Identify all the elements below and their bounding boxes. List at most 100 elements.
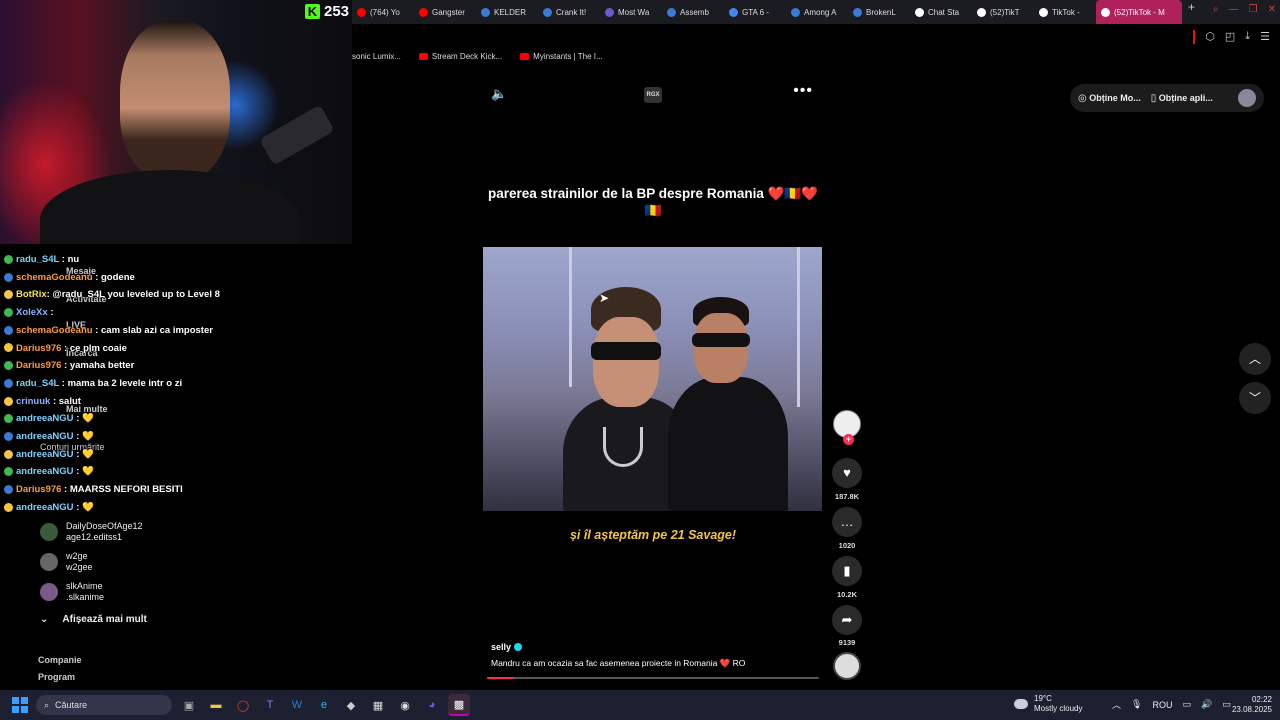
browser-tab[interactable]: (52)TikTok - M bbox=[1096, 0, 1182, 24]
chat-username[interactable]: andreeaNGU bbox=[16, 431, 74, 442]
author-name[interactable]: selly bbox=[491, 642, 821, 652]
browser-tab[interactable]: TikTok - bbox=[1034, 0, 1096, 24]
volume-icon[interactable]: 🔈 bbox=[491, 86, 507, 102]
more-options-icon[interactable]: ••• bbox=[793, 82, 813, 100]
chat-badge-icon bbox=[4, 396, 13, 406]
clock[interactable]: 02:22 23.08.2025 bbox=[1228, 695, 1272, 715]
footer-link-company[interactable]: Companie bbox=[38, 655, 82, 665]
get-coins-button[interactable]: ◎ Obține Mo... bbox=[1078, 93, 1141, 104]
video-progress-bar[interactable] bbox=[487, 677, 819, 679]
download-icon[interactable]: ⤓ bbox=[1245, 30, 1250, 44]
chat-username[interactable]: BotRix bbox=[16, 289, 47, 300]
chat-username[interactable]: schemaGodeanu bbox=[16, 325, 93, 336]
language-indicator[interactable]: ROU bbox=[1152, 700, 1172, 710]
browser-tab[interactable]: (764) Yo bbox=[352, 0, 414, 24]
chat-username[interactable]: andreeaNGU bbox=[16, 449, 74, 460]
store-icon[interactable]: ▦ bbox=[367, 694, 389, 716]
browser-tab[interactable]: Chat Sta bbox=[910, 0, 972, 24]
youtube-icon bbox=[520, 52, 530, 60]
browser-tab[interactable]: Assemb bbox=[662, 0, 724, 24]
previous-video-button[interactable]: ︿ bbox=[1239, 343, 1271, 375]
browser-tab[interactable]: (52)TikT bbox=[972, 0, 1034, 24]
accent-bar bbox=[1193, 30, 1196, 44]
chevron-up-icon[interactable]: ︿ bbox=[1112, 698, 1121, 711]
browser-tab[interactable]: GTA 6 - bbox=[724, 0, 786, 24]
browser-tab[interactable]: Crank It! bbox=[538, 0, 600, 24]
comment-button[interactable]: … bbox=[832, 507, 862, 537]
follow-plus-icon[interactable]: + bbox=[843, 434, 854, 445]
footer-link-program[interactable]: Program bbox=[38, 672, 75, 682]
bookmark-2[interactable]: Myinstants | The I... bbox=[520, 52, 603, 61]
chat-username[interactable]: Darius976 bbox=[16, 484, 61, 495]
like-button[interactable]: ♥ bbox=[832, 458, 862, 488]
video-top-bar: 🔈 RGX ••• bbox=[483, 82, 823, 104]
task-view-icon[interactable]: ▣ bbox=[178, 694, 200, 716]
bookmark-1[interactable]: Stream Deck Kick... bbox=[418, 52, 502, 61]
microphone-icon[interactable]: 🎙 bbox=[1131, 699, 1142, 710]
chain bbox=[603, 427, 643, 467]
word-icon[interactable]: W bbox=[286, 694, 308, 716]
get-app-button[interactable]: ▯ Obține apli... bbox=[1151, 93, 1213, 104]
tab-favicon-icon bbox=[543, 7, 552, 17]
show-more-button[interactable]: ⌄ Afișează mai mult bbox=[40, 614, 147, 625]
chat-badge-icon bbox=[4, 485, 13, 495]
close-icon[interactable]: ✕ bbox=[1268, 4, 1276, 15]
followed-account[interactable]: DailyDoseOfAge12 age12.editss1 bbox=[40, 521, 143, 543]
tab-label: Most Wa bbox=[618, 7, 650, 17]
followed-account[interactable]: slkAnime .slkanime bbox=[40, 581, 104, 603]
epic-games-icon[interactable]: ◆ bbox=[340, 694, 362, 716]
chat-message: Darius976 : ce plm coaie bbox=[4, 343, 127, 354]
minimize-icon[interactable]: — bbox=[1229, 4, 1239, 15]
browser-tab[interactable]: BrokenL bbox=[848, 0, 910, 24]
next-video-button[interactable]: ﹀ bbox=[1239, 382, 1271, 414]
video-frame[interactable]: ➤ bbox=[483, 247, 822, 511]
extensions-icon[interactable]: ⬡ bbox=[1205, 30, 1215, 44]
tab-label: Assemb bbox=[680, 7, 709, 17]
browser-tab[interactable]: KELDER bbox=[476, 0, 538, 24]
display-icon[interactable]: ▭ bbox=[1182, 699, 1191, 710]
tab-favicon-icon bbox=[1039, 7, 1048, 17]
start-button[interactable] bbox=[12, 697, 28, 713]
chat-text: : 💛 bbox=[73, 448, 94, 460]
chat-username[interactable]: Darius976 bbox=[16, 360, 61, 371]
wallet-icon[interactable]: ◰ bbox=[1225, 30, 1235, 44]
edge-icon[interactable]: e bbox=[313, 694, 335, 716]
maximize-icon[interactable]: ❐ bbox=[1249, 4, 1258, 15]
share-button[interactable]: ➦ bbox=[832, 605, 862, 635]
profile-avatar[interactable] bbox=[1238, 89, 1256, 107]
file-explorer-icon[interactable]: ▬ bbox=[205, 694, 227, 716]
opera-icon[interactable]: ◯ bbox=[232, 694, 254, 716]
chat-username[interactable]: crinuuk bbox=[16, 396, 50, 407]
new-tab-button[interactable]: + bbox=[1182, 0, 1201, 24]
chat-username[interactable]: andreeaNGU bbox=[16, 466, 74, 477]
weather-widget[interactable]: 19°C Mostly cloudy bbox=[1014, 694, 1082, 714]
browser-tab[interactable]: Most Wa bbox=[600, 0, 662, 24]
chat-username[interactable]: Darius976 bbox=[16, 343, 61, 354]
menu-icon[interactable]: ☰ bbox=[1260, 30, 1270, 44]
chat-username[interactable]: radu_S4L bbox=[16, 378, 59, 389]
discord-icon[interactable]: ◕ bbox=[421, 694, 443, 716]
chat-text: : MAARSS NEFORI BESITI bbox=[61, 484, 183, 496]
chat-username[interactable]: andreeaNGU bbox=[16, 502, 74, 513]
viewer-count: 253 bbox=[324, 2, 350, 20]
chat-username[interactable]: schemaGodeanu bbox=[16, 272, 93, 283]
teams-icon[interactable]: T bbox=[259, 694, 281, 716]
chat-text: : salut bbox=[50, 395, 81, 407]
creator-avatar[interactable]: + bbox=[833, 410, 861, 445]
taskbar-search[interactable]: ⌕ Căutare bbox=[36, 695, 172, 715]
speaker-icon[interactable]: 🔊 bbox=[1201, 699, 1212, 710]
obs-app-icon[interactable]: ▩ bbox=[448, 694, 470, 716]
steam-icon[interactable]: ◉ bbox=[394, 694, 416, 716]
save-button[interactable]: ▮ bbox=[832, 556, 862, 586]
browser-tab[interactable]: Among A bbox=[786, 0, 848, 24]
browser-tab[interactable]: Gangster bbox=[414, 0, 476, 24]
followed-account[interactable]: w2ge w2gee bbox=[40, 551, 93, 573]
window-controls: ⌕ — ❐ ✕ bbox=[1213, 4, 1276, 15]
chat-username[interactable]: XoleXx bbox=[16, 307, 48, 318]
comment-count: 1020 bbox=[838, 541, 856, 550]
bookmark-0[interactable]: sonic Lumix... bbox=[352, 52, 401, 61]
chat-username[interactable]: radu_S4L bbox=[16, 254, 59, 265]
sound-avatar[interactable] bbox=[833, 652, 861, 680]
search-tabs-icon[interactable]: ⌕ bbox=[1213, 4, 1219, 15]
chat-username[interactable]: andreeaNGU bbox=[16, 413, 74, 424]
